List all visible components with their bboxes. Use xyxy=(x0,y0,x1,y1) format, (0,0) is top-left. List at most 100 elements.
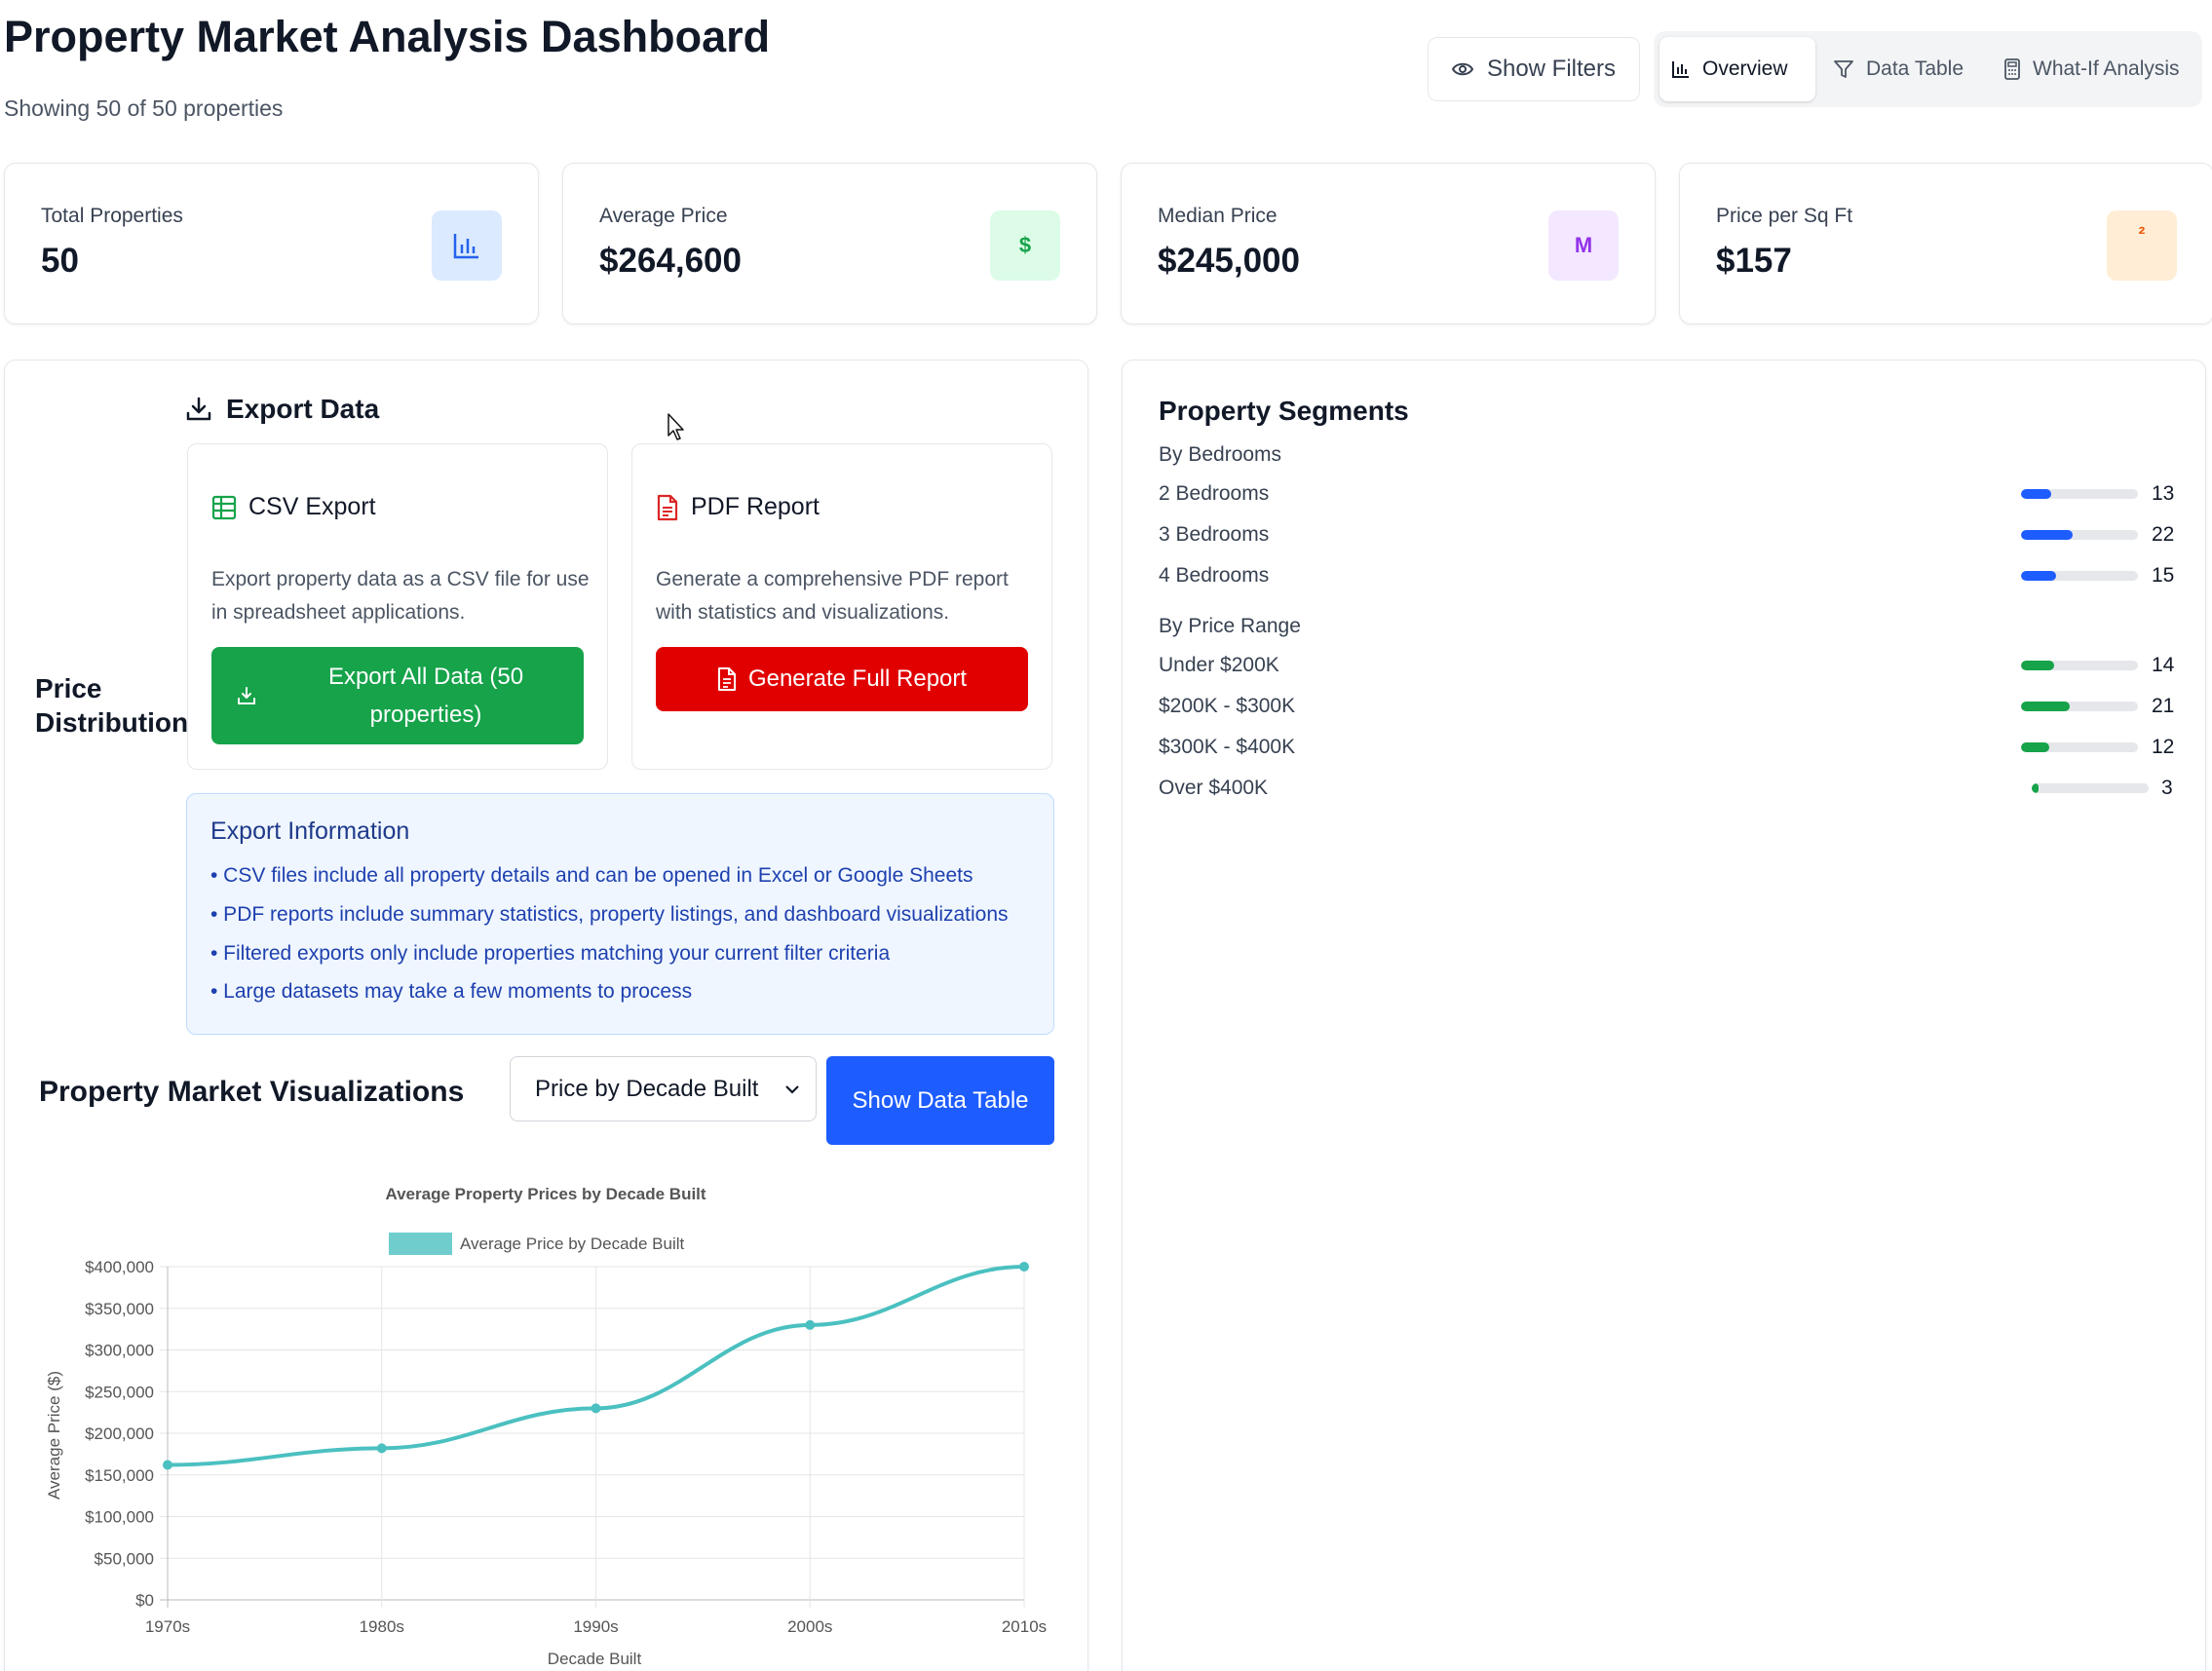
bar-chart-icon xyxy=(432,210,502,281)
chevron-down-icon xyxy=(784,1084,800,1094)
segment-count: 22 xyxy=(2152,523,2175,546)
visualization-type-select[interactable]: Price by Decade Built xyxy=(510,1056,817,1121)
data-point[interactable] xyxy=(163,1460,172,1470)
segment-group-title: By Bedrooms xyxy=(1159,443,1282,466)
stat-value: $264,600 xyxy=(599,242,742,280)
segment-label: 4 Bedrooms xyxy=(1159,564,1270,587)
y-axis-label: Average Price ($) xyxy=(45,1371,63,1500)
stat-value: 50 xyxy=(41,242,79,280)
segment-progress-fill xyxy=(2021,571,2056,581)
segment-progress-fill xyxy=(2021,702,2071,711)
data-point[interactable] xyxy=(1019,1262,1029,1272)
tab-data-table[interactable]: Data Table xyxy=(1821,37,1975,101)
property-count-subtitle: Showing 50 of 50 properties xyxy=(4,95,284,121)
y-tick-label: $0 xyxy=(135,1591,154,1610)
stat-label: Price per Sq Ft xyxy=(1716,205,1853,227)
segment-progress-bar xyxy=(2021,571,2138,581)
csv-export-card: CSV Export Export property data as a CSV… xyxy=(187,443,608,770)
legend-label: Average Price by Decade Built xyxy=(460,1234,685,1253)
segment-count: 21 xyxy=(2152,695,2175,717)
stat-value: $245,000 xyxy=(1158,242,1300,280)
median-icon: M xyxy=(1548,210,1619,281)
segment-label: Over $400K xyxy=(1159,777,1269,799)
calculator-icon xyxy=(2003,58,2021,80)
segment-group-title: By Price Range xyxy=(1159,615,1301,637)
stat-card-median-price: Median Price $245,000 M xyxy=(1121,163,1656,324)
segment-count: 14 xyxy=(2152,654,2175,676)
y-tick-label: $50,000 xyxy=(95,1549,154,1568)
show-filters-button[interactable]: Show Filters xyxy=(1428,37,1640,101)
y-tick-label: $400,000 xyxy=(85,1258,154,1276)
generate-full-report-button[interactable]: Generate Full Report xyxy=(656,647,1028,711)
data-point[interactable] xyxy=(591,1403,601,1414)
dollar-icon: $ xyxy=(990,210,1060,281)
stat-card-price-per-sqft: Price per Sq Ft $157 ² xyxy=(1679,163,2212,324)
visualization-select-value: Price by Decade Built xyxy=(535,1075,759,1102)
stat-card-average-price: Average Price $264,600 $ xyxy=(562,163,1097,324)
y-tick-label: $250,000 xyxy=(85,1383,154,1401)
stat-value: $157 xyxy=(1716,242,1792,280)
csv-export-title: CSV Export xyxy=(211,493,376,521)
x-tick-label: 2010s xyxy=(1002,1617,1047,1636)
pdf-report-title: PDF Report xyxy=(656,493,820,521)
csv-export-description: Export property data as a CSV file for u… xyxy=(211,568,590,624)
tab-what-if-analysis[interactable]: What-If Analysis xyxy=(1992,37,2192,101)
y-tick-label: $100,000 xyxy=(85,1508,154,1527)
segment-label: Under $200K xyxy=(1159,654,1279,676)
stat-label: Median Price xyxy=(1158,205,1278,227)
export-all-data-button[interactable]: Export All Data (50 properties) xyxy=(211,647,584,744)
show-data-table-button[interactable]: Show Data Table xyxy=(826,1056,1054,1145)
y-tick-label: $200,000 xyxy=(85,1424,154,1443)
y-tick-label: $150,000 xyxy=(85,1466,154,1485)
export-all-data-label: Export All Data (50 properties) xyxy=(327,664,524,728)
export-info-item: • Large datasets may take a few moments … xyxy=(210,980,693,1003)
segment-progress-fill xyxy=(2021,489,2052,499)
y-tick-label: $350,000 xyxy=(85,1300,154,1318)
export-info-item: • CSV files include all property details… xyxy=(210,864,973,887)
segment-label: 3 Bedrooms xyxy=(1159,523,1270,546)
x-tick-label: 1990s xyxy=(573,1617,618,1636)
property-segments-panel xyxy=(1122,360,2206,1671)
data-point[interactable] xyxy=(805,1319,816,1330)
x-axis-label: Decade Built xyxy=(548,1650,642,1668)
visualizations-title: Property Market Visualizations xyxy=(39,1076,465,1108)
mouse-cursor-icon xyxy=(667,412,688,441)
data-point[interactable] xyxy=(376,1443,387,1454)
stat-label: Average Price xyxy=(599,205,728,227)
stat-label: Total Properties xyxy=(41,205,183,227)
export-data-title: Export Data xyxy=(226,394,380,424)
pdf-report-card: PDF Report Generate a comprehensive PDF … xyxy=(631,443,1052,770)
filter-icon xyxy=(1833,58,1854,80)
legend-swatch xyxy=(389,1233,452,1255)
segment-count: 3 xyxy=(2161,777,2173,799)
segment-label: $300K - $400K xyxy=(1159,736,1296,758)
export-data-heading: Export Data xyxy=(185,394,379,425)
segment-progress-bar xyxy=(2032,783,2149,793)
export-info-item: • PDF reports include summary statistics… xyxy=(210,903,1009,926)
tab-overview[interactable]: Overview xyxy=(1659,37,1815,101)
chart-title: Average Property Prices by Decade Built xyxy=(385,1185,706,1203)
tab-what-if-label: What-If Analysis xyxy=(2033,57,2180,80)
export-information-box: Export Information • CSV files include a… xyxy=(186,793,1054,1035)
view-tabs: Overview Data Table What-If Analysis xyxy=(1654,31,2202,107)
segment-progress-fill xyxy=(2032,783,2040,793)
show-filters-label: Show Filters xyxy=(1486,56,1617,82)
document-icon xyxy=(656,494,679,521)
segment-progress-bar xyxy=(2021,489,2138,499)
export-information-title: Export Information xyxy=(210,817,410,845)
x-tick-label: 2000s xyxy=(787,1617,832,1636)
eye-icon xyxy=(1451,61,1473,77)
segment-count: 13 xyxy=(2152,482,2175,505)
csv-export-label: CSV Export xyxy=(248,493,376,520)
segment-count: 15 xyxy=(2152,564,2175,587)
download-icon xyxy=(185,396,212,423)
download-icon xyxy=(237,686,256,705)
price-distribution-title: Price Distribution xyxy=(35,673,189,738)
stat-card-total-properties: Total Properties 50 xyxy=(4,163,539,324)
x-tick-label: 1980s xyxy=(360,1617,404,1636)
price-by-decade-chart: Average Property Prices by Decade Built … xyxy=(45,1185,1047,1668)
generate-full-report-label: Generate Full Report xyxy=(747,665,968,692)
segment-progress-fill xyxy=(2021,661,2054,670)
property-segments-title: Property Segments xyxy=(1159,396,1409,426)
tab-data-table-label: Data Table xyxy=(1866,57,1964,80)
